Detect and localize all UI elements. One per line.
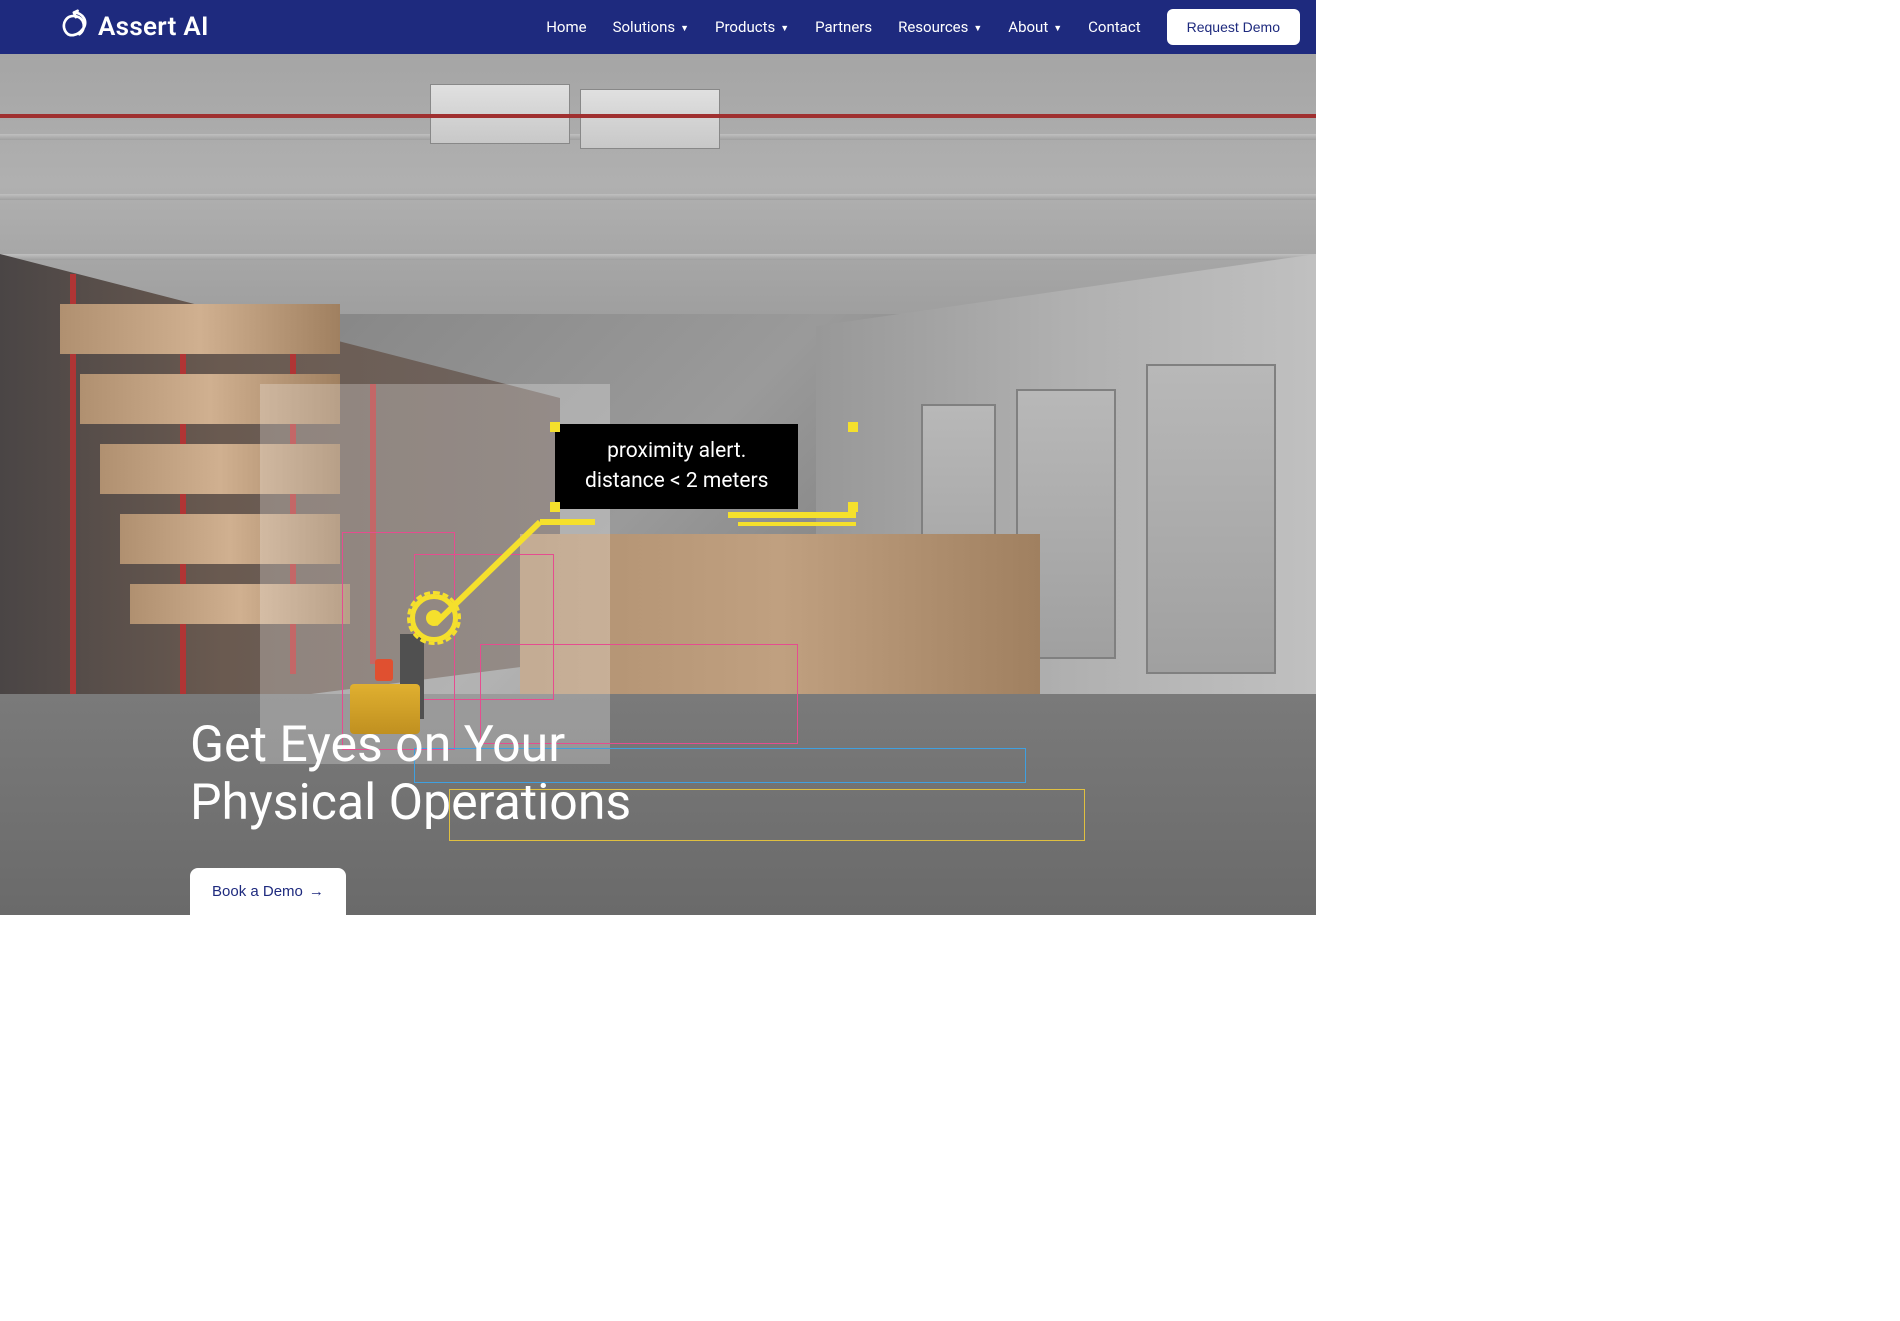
chevron-down-icon: ▼: [680, 23, 689, 34]
hero-title-line2: Physical Operations: [190, 775, 631, 833]
annotation-corner-marker: [848, 422, 858, 432]
nav-home[interactable]: Home: [546, 18, 586, 36]
proximity-alert-annotation: proximity alert. distance < 2 meters: [555, 424, 798, 509]
hero-headline: Get Eyes on Your Physical Operations: [190, 717, 631, 832]
nav-contact[interactable]: Contact: [1088, 18, 1140, 36]
nav-about[interactable]: About ▼: [1008, 18, 1062, 36]
sprinkler-pipe: [0, 114, 1316, 118]
chevron-down-icon: ▼: [780, 23, 789, 34]
chevron-down-icon: ▼: [973, 23, 982, 34]
annotation-corner-marker: [550, 422, 560, 432]
annotation-underline: [738, 522, 856, 526]
navbar: Assert AI Home Solutions ▼ Products ▼ Pa…: [0, 0, 1316, 54]
pallets: [60, 304, 340, 354]
annotation-corner-marker: [550, 502, 560, 512]
chevron-down-icon: ▼: [1053, 23, 1062, 34]
nav-products[interactable]: Products ▼: [715, 18, 789, 36]
nav-item-label: Home: [546, 18, 586, 36]
brand-logo[interactable]: Assert AI: [56, 9, 209, 45]
hero-title-line1: Get Eyes on Your: [190, 717, 631, 775]
forklift-driver: [375, 659, 393, 681]
nav-item-label: Resources: [898, 18, 968, 36]
book-demo-button[interactable]: Book a Demo →: [190, 868, 346, 915]
ceiling-beam: [0, 254, 1316, 260]
nav-partners[interactable]: Partners: [815, 18, 872, 36]
skylight: [580, 89, 720, 149]
dock-door: [1146, 364, 1276, 674]
book-demo-label: Book a Demo: [212, 883, 303, 900]
nav-item-label: Contact: [1088, 18, 1140, 36]
rack-upright: [180, 314, 186, 694]
annotation-underline: [728, 512, 856, 518]
target-reticle-icon: [410, 594, 458, 642]
nav-item-label: Solutions: [613, 18, 676, 36]
nav-item-label: Products: [715, 18, 775, 36]
request-demo-button[interactable]: Request Demo: [1167, 9, 1300, 45]
nav-solutions[interactable]: Solutions ▼: [613, 18, 689, 36]
annotation-corner-marker: [848, 502, 858, 512]
nav-item-label: About: [1008, 18, 1048, 36]
hero-section: proximity alert. distance < 2 meters Get…: [0, 54, 1316, 915]
ceiling-beam: [0, 194, 1316, 200]
annotation-line1: proximity alert.: [585, 436, 768, 466]
nav-links: Home Solutions ▼ Products ▼ Partners Res…: [546, 9, 1300, 45]
hero-content: Get Eyes on Your Physical Operations Boo…: [190, 717, 631, 915]
annotation-line2: distance < 2 meters: [585, 466, 768, 496]
nav-item-label: Partners: [815, 18, 872, 36]
brand-name: Assert AI: [98, 12, 209, 42]
nav-resources[interactable]: Resources ▼: [898, 18, 982, 36]
arrow-right-icon: →: [309, 883, 324, 900]
brand-loop-icon: [56, 9, 92, 45]
